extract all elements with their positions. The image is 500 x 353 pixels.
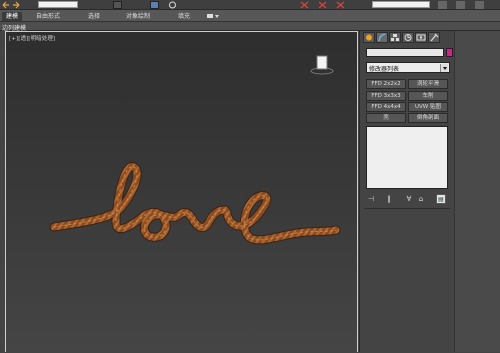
motion-tab-icon[interactable] <box>402 32 414 43</box>
chevron-down-icon[interactable] <box>440 64 448 72</box>
percent-snap-icon[interactable] <box>336 1 345 9</box>
display-tab-icon[interactable] <box>415 32 427 43</box>
modifier-list-dropdown[interactable]: 修改器列表 <box>366 62 450 73</box>
selection-set-field[interactable] <box>38 1 78 8</box>
angle-snap-icon[interactable] <box>318 1 327 9</box>
turbosmooth-button[interactable]: 涡轮平滑 <box>408 79 448 89</box>
layer-icon[interactable] <box>475 1 484 9</box>
ffd-2x2x2-button[interactable]: FFD 2x2x2 <box>366 79 406 89</box>
mirror-icon[interactable] <box>438 1 447 9</box>
select-rotate-icon[interactable] <box>168 1 177 9</box>
shell-button[interactable]: 壳 <box>366 113 406 123</box>
uvw-map-button[interactable]: UVW 贴图 <box>408 102 448 112</box>
utilities-tab-icon[interactable] <box>428 32 440 43</box>
command-panel: 修改器列表 FFD 2x2x2 涡轮平滑 FFD 3x3x3 车削 FFD 4x… <box>359 31 454 352</box>
snap-icon[interactable] <box>300 1 309 9</box>
select-move-icon[interactable] <box>150 1 159 9</box>
lathe-button[interactable]: 车削 <box>408 91 448 101</box>
ribbon-tab-bar: 建模 自由形式 选择 对象绘制 填充 <box>0 10 500 22</box>
bevel-profile-button[interactable]: 倒角剖面 <box>408 113 448 123</box>
ribbon-options-icon[interactable] <box>206 12 220 21</box>
modifier-stack-toolbar: ⊣ ‖ ∀ ⌂ ▤ <box>366 194 448 204</box>
modifier-stack-list[interactable] <box>366 126 448 189</box>
panel-divider <box>364 208 450 209</box>
create-tab-icon[interactable] <box>363 32 375 43</box>
tab-selection[interactable]: 选择 <box>88 12 100 21</box>
object-color-swatch[interactable] <box>446 48 453 57</box>
tab-populate[interactable]: 填充 <box>178 12 190 21</box>
redo-icon[interactable] <box>12 1 20 9</box>
align-icon[interactable] <box>456 1 465 9</box>
right-dock-panel <box>454 31 500 352</box>
configure-modifier-sets-icon[interactable]: ▤ <box>436 194 446 204</box>
undo-icon[interactable] <box>2 1 10 9</box>
modify-tab-icon[interactable] <box>376 32 388 43</box>
command-panel-tabs <box>363 32 451 43</box>
make-unique-icon[interactable]: ∀ <box>404 194 414 204</box>
pin-stack-icon[interactable]: ⊣ <box>366 194 376 204</box>
ribbon-panel-label-bar: 边列建模 <box>0 22 500 32</box>
show-end-result-icon[interactable]: ‖ <box>384 194 394 204</box>
ffd-4x4x4-button[interactable]: FFD 4x4x4 <box>366 102 406 112</box>
ffd-3x3x3-button[interactable]: FFD 3x3x3 <box>366 91 406 101</box>
remove-modifier-icon[interactable]: ⌂ <box>416 194 426 204</box>
hierarchy-tab-icon[interactable] <box>389 32 401 43</box>
love-rope-model[interactable] <box>6 32 359 353</box>
object-name-field[interactable] <box>366 48 444 57</box>
tab-modeling[interactable]: 建模 <box>2 12 23 21</box>
modifier-list-label: 修改器列表 <box>369 66 400 73</box>
main-toolbar <box>0 0 500 10</box>
select-object-icon[interactable] <box>113 1 122 9</box>
perspective-viewport[interactable]: [+][透][明暗处理] <box>5 31 358 352</box>
tab-freeform[interactable]: 自由形式 <box>36 12 60 21</box>
named-selection-field[interactable] <box>372 1 430 8</box>
tab-object-paint[interactable]: 对象绘制 <box>126 12 150 21</box>
